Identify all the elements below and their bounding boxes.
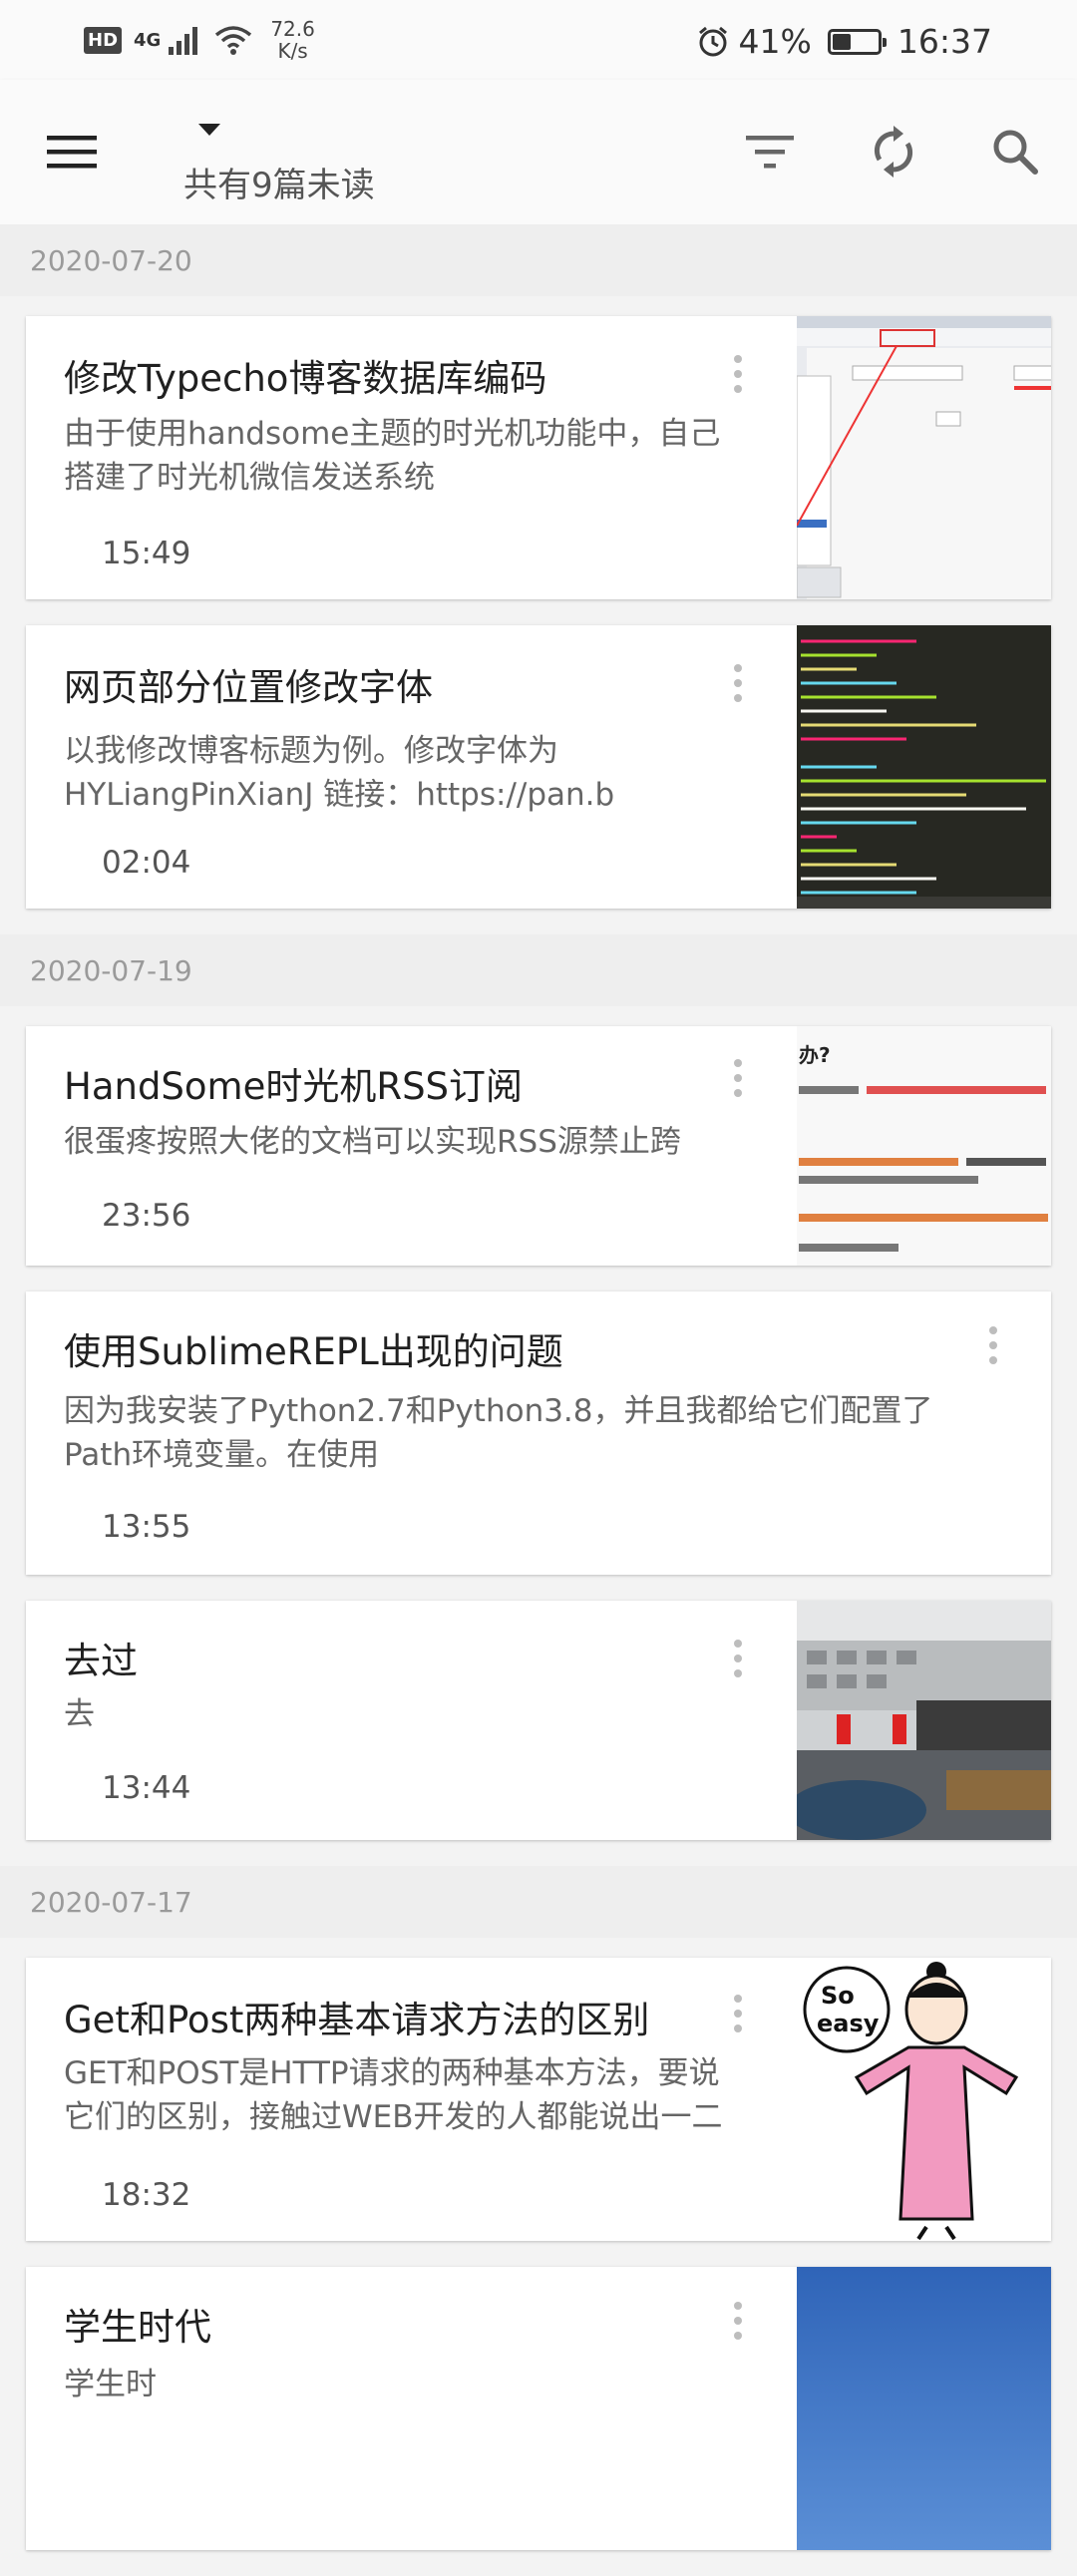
excerpt-line: 学生时 bbox=[64, 2367, 157, 2402]
clock: 16:37 bbox=[897, 22, 992, 61]
article-thumbnail bbox=[797, 316, 1051, 599]
excerpt-line: Path环境变量。在使用 bbox=[64, 1437, 380, 1473]
article-excerpt: 以我修改博客标题为例。修改字体为 HYLiangPinXianJ 链接：http… bbox=[64, 729, 614, 817]
search-button[interactable] bbox=[979, 116, 1051, 187]
article-thumbnail: So easy bbox=[797, 1958, 1051, 2241]
battery-level bbox=[832, 33, 851, 50]
network-type: 4G bbox=[134, 29, 162, 51]
article-thumbnail bbox=[797, 625, 1051, 909]
speed-unit: K/s bbox=[277, 39, 308, 63]
dropdown-arrow-icon bbox=[198, 124, 220, 136]
refresh-button[interactable] bbox=[858, 116, 929, 187]
article-excerpt: 由于使用handsome主题的时光机功能中，自己 搭建了时光机微信发送系统 bbox=[64, 412, 720, 500]
article-card[interactable]: 去过 去 13:44 bbox=[26, 1601, 1051, 1840]
excerpt-line: 以我修改博客标题为例。修改字体为 bbox=[64, 733, 558, 769]
filter-icon bbox=[746, 136, 794, 169]
article-time: 15:49 bbox=[102, 536, 191, 571]
date-header: 2020-07-19 bbox=[0, 934, 1077, 1006]
unread-count-subtitle: 共有9篇未读 bbox=[183, 166, 375, 205]
excerpt-line: HYLiangPinXianJ 链接：https://pan.b bbox=[64, 777, 615, 813]
more-options-icon[interactable] bbox=[973, 1305, 1013, 1385]
more-options-icon[interactable] bbox=[718, 334, 758, 414]
article-time: 23:56 bbox=[102, 1198, 191, 1234]
network-speed: 72.6 K/s bbox=[270, 18, 315, 62]
filter-button[interactable] bbox=[734, 116, 806, 187]
article-card[interactable]: HandSome时光机RSS订阅 很蛋疼按照大佬的文档可以实现RSS源禁止跨 2… bbox=[26, 1026, 1051, 1266]
alarm-icon bbox=[698, 26, 727, 56]
article-title: 网页部分位置修改字体 bbox=[64, 666, 433, 709]
article-excerpt: GET和POST是HTTP请求的两种基本方法，要说 它们的区别，接触过WEB开发… bbox=[64, 2051, 723, 2139]
thumb-heading: 办? bbox=[799, 1043, 831, 1067]
article-list: 2020-07-20 修改Typecho博客数据库编码 由于使用handsome… bbox=[0, 224, 1077, 2576]
excerpt-line: 搭建了时光机微信发送系统 bbox=[64, 460, 435, 496]
article-time: 02:04 bbox=[102, 845, 191, 881]
more-options-icon[interactable] bbox=[718, 1619, 758, 1698]
article-time: 13:44 bbox=[102, 1770, 191, 1806]
article-card[interactable]: 使用SublimeREPL出现的问题 因为我安装了Python2.7和Pytho… bbox=[26, 1291, 1051, 1575]
article-excerpt: 因为我安装了Python2.7和Python3.8，并且我都给它们配置了 Pat… bbox=[64, 1389, 933, 1477]
status-bar: HD 4G 72.6 K/s 41% 16:37 bbox=[0, 0, 1077, 80]
more-options-icon[interactable] bbox=[718, 1974, 758, 2053]
app-bar: 共有9篇未读 bbox=[0, 80, 1077, 224]
article-title: 使用SublimeREPL出现的问题 bbox=[64, 1330, 563, 1373]
excerpt-line: 它们的区别，接触过WEB开发的人都能说出一二 bbox=[64, 2099, 723, 2135]
date-header: 2020-07-17 bbox=[0, 1866, 1077, 1938]
article-card[interactable]: 网页部分位置修改字体 以我修改博客标题为例。修改字体为 HYLiangPinXi… bbox=[26, 625, 1051, 909]
article-excerpt: 很蛋疼按照大佬的文档可以实现RSS源禁止跨 bbox=[64, 1120, 681, 1164]
menu-button[interactable] bbox=[36, 116, 108, 187]
article-title: 去过 bbox=[64, 1640, 138, 1682]
hd-badge: HD bbox=[84, 26, 123, 54]
excerpt-line: 由于使用handsome主题的时光机功能中，自己 bbox=[64, 416, 721, 452]
search-icon bbox=[993, 130, 1038, 175]
wifi-icon bbox=[215, 26, 252, 55]
excerpt-line: 因为我安装了Python2.7和Python3.8，并且我都给它们配置了 bbox=[64, 1393, 933, 1429]
more-options-icon[interactable] bbox=[718, 1038, 758, 1118]
article-card[interactable]: 学生时代 学生时 bbox=[26, 2267, 1051, 2550]
article-title: 学生时代 bbox=[64, 2306, 211, 2349]
battery-icon bbox=[827, 28, 887, 55]
menu-icon bbox=[47, 136, 97, 169]
thumb-speech-1: So bbox=[821, 1982, 855, 2010]
category-dropdown[interactable] bbox=[189, 110, 229, 150]
thumb-speech-2: easy bbox=[817, 2010, 880, 2037]
more-options-icon[interactable] bbox=[718, 643, 758, 723]
article-time: 18:32 bbox=[102, 2177, 191, 2213]
article-title: 修改Typecho博客数据库编码 bbox=[64, 357, 547, 400]
article-title: Get和Post两种基本请求方法的区别 bbox=[64, 1999, 650, 2041]
date-header: 2020-07-20 bbox=[0, 224, 1077, 296]
speed-value: 72.6 bbox=[270, 17, 315, 41]
excerpt-line: GET和POST是HTTP请求的两种基本方法，要说 bbox=[64, 2055, 720, 2091]
article-thumbnail bbox=[797, 1601, 1051, 1840]
battery-percent: 41% bbox=[738, 22, 812, 61]
article-card[interactable]: Get和Post两种基本请求方法的区别 GET和POST是HTTP请求的两种基本… bbox=[26, 1958, 1051, 2241]
excerpt-line: 很蛋疼按照大佬的文档可以实现RSS源禁止跨 bbox=[64, 1124, 681, 1160]
excerpt-line: 去 bbox=[64, 1696, 95, 1732]
refresh-icon bbox=[874, 126, 913, 178]
article-excerpt: 去 bbox=[64, 1692, 95, 1736]
article-excerpt: 学生时 bbox=[64, 2363, 157, 2406]
article-time: 13:55 bbox=[102, 1509, 191, 1545]
signal-icon bbox=[169, 27, 198, 55]
article-thumbnail: 办? bbox=[797, 1026, 1051, 1266]
more-options-icon[interactable] bbox=[718, 2281, 758, 2361]
article-thumbnail bbox=[797, 2267, 1051, 2550]
article-card[interactable]: 修改Typecho博客数据库编码 由于使用handsome主题的时光机功能中，自… bbox=[26, 316, 1051, 599]
article-title: HandSome时光机RSS订阅 bbox=[64, 1065, 524, 1108]
